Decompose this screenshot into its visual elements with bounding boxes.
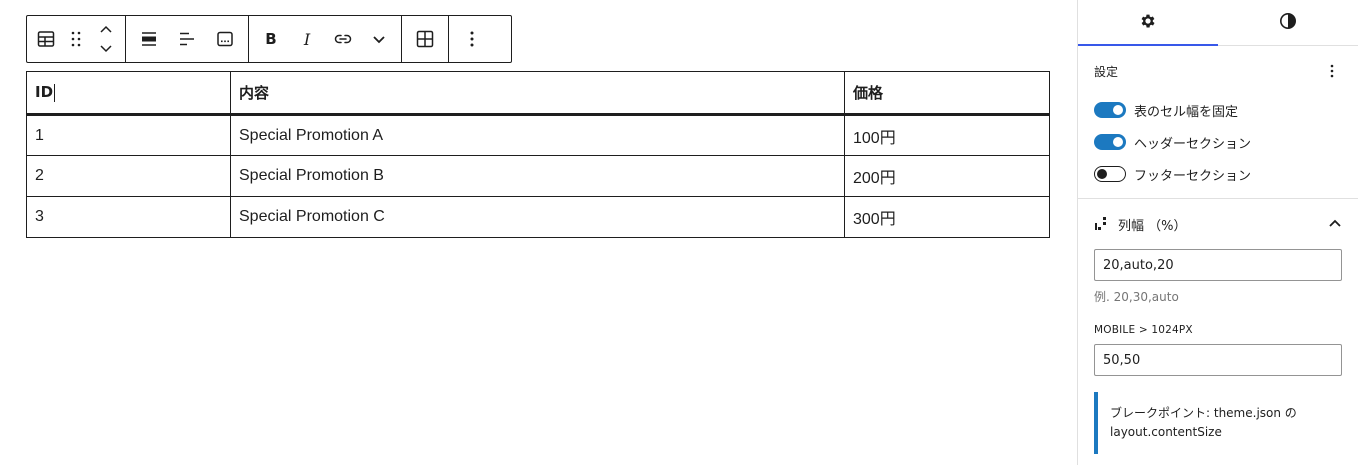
table-cell[interactable]: 100円 — [844, 114, 1050, 156]
column-width-panel: 列幅 （%） 例. 20,30,auto MOBILE > 1024PX ブレー… — [1078, 199, 1358, 454]
more-options-icon[interactable] — [1322, 61, 1342, 81]
toggle-knob — [1113, 105, 1123, 115]
italic-label: I — [303, 29, 311, 49]
header-price: 価格 — [853, 84, 884, 102]
block-toolbar-group-align — [126, 16, 249, 62]
settings-panel-header: 設定 — [1094, 62, 1342, 80]
table-row: 3 Special Promotion C 300円 — [26, 196, 1050, 238]
italic-icon[interactable]: I — [289, 16, 325, 62]
toggle-knob — [1113, 137, 1123, 147]
chevron-up-icon[interactable] — [1328, 217, 1342, 232]
table-header-cell[interactable]: 内容 — [230, 71, 845, 116]
table-cell[interactable]: Special Promotion C — [230, 196, 845, 238]
header-content: 内容 — [239, 84, 270, 102]
bold-icon[interactable]: B — [253, 16, 289, 62]
table-row: 1 Special Promotion A 100円 — [26, 114, 1050, 156]
mobile-width-input[interactable] — [1094, 344, 1342, 376]
block-toolbar-group-parent — [27, 16, 126, 62]
drag-handle-icon[interactable] — [61, 16, 91, 62]
header-id: ID — [35, 83, 54, 102]
breakpoint-notice: ブレークポイント: theme.json の layout.contentSiz… — [1094, 392, 1342, 454]
column-width-input[interactable] — [1094, 249, 1342, 281]
caption-icon[interactable] — [206, 16, 244, 62]
table-cell[interactable]: 1 — [26, 114, 231, 156]
sidebar-tabs — [1078, 0, 1358, 46]
toggle-label: 表のセル幅を固定 — [1134, 104, 1239, 120]
column-width-title: 列幅 （%） — [1118, 218, 1187, 234]
settings-panel: 設定 表のセル幅を固定 ヘッダーセクション フッターセクション — [1078, 46, 1358, 199]
block-toolbar-group-table — [402, 16, 449, 62]
header-section-toggle[interactable] — [1094, 134, 1126, 150]
data-table: ID 内容 価格 1 Special Promotion A 100円 2 Sp… — [26, 71, 1050, 238]
toggle-label: ヘッダーセクション — [1134, 136, 1252, 152]
settings-sidebar: 設定 表のセル幅を固定 ヘッダーセクション フッターセクション 列幅 （%） 2… — [1077, 0, 1358, 465]
table-header-cell[interactable]: 価格 — [844, 71, 1050, 116]
contrast-icon — [1279, 12, 1297, 34]
table-cell[interactable]: 300円 — [844, 196, 1050, 238]
move-down-icon[interactable] — [91, 40, 121, 58]
edit-table-icon[interactable] — [406, 16, 444, 62]
tab-settings[interactable] — [1078, 0, 1218, 46]
block-movers — [91, 16, 121, 62]
column-width-header[interactable]: 列幅 （%） — [1094, 199, 1342, 249]
toggle-label: フッターセクション — [1134, 168, 1252, 184]
table-header-cell[interactable]: ID — [26, 71, 231, 116]
mobile-breakpoint-label: MOBILE > 1024PX — [1094, 324, 1193, 336]
align-wide-icon[interactable] — [130, 16, 168, 62]
block-toolbar-group-format: B I — [249, 16, 402, 62]
column-width-help: 例. 20,30,auto — [1094, 290, 1179, 304]
settings-title: 設定 — [1094, 64, 1119, 79]
column-width-icon — [1094, 216, 1110, 232]
toggle-fixed-width: 表のセル幅を固定 — [1094, 94, 1342, 126]
block-toolbar-group-options — [449, 16, 495, 62]
toggle-footer-section: フッターセクション — [1094, 158, 1342, 190]
table-cell[interactable]: Special Promotion B — [230, 155, 845, 197]
gear-icon — [1139, 12, 1157, 34]
table-row: 2 Special Promotion B 200円 — [26, 155, 1050, 197]
link-icon[interactable] — [325, 16, 361, 62]
text-caret — [54, 83, 56, 102]
table-cell[interactable]: 3 — [26, 196, 231, 238]
block-toolbar: B I — [26, 15, 512, 63]
bold-label: B — [265, 30, 277, 48]
footer-section-toggle[interactable] — [1094, 166, 1126, 182]
fixed-width-toggle[interactable] — [1094, 102, 1126, 118]
table-cell[interactable]: 2 — [26, 155, 231, 197]
table-header-row: ID 内容 価格 — [26, 71, 1050, 116]
table-block-icon[interactable] — [31, 16, 61, 62]
table-cell[interactable]: Special Promotion A — [230, 114, 845, 156]
align-text-icon[interactable] — [168, 16, 206, 62]
options-icon[interactable] — [453, 16, 491, 62]
toggle-header-section: ヘッダーセクション — [1094, 126, 1342, 158]
tab-styles[interactable] — [1218, 0, 1358, 45]
table-cell[interactable]: 200円 — [844, 155, 1050, 197]
chevron-down-icon[interactable] — [361, 16, 397, 62]
move-up-icon[interactable] — [91, 20, 121, 38]
toggle-knob — [1097, 169, 1107, 179]
